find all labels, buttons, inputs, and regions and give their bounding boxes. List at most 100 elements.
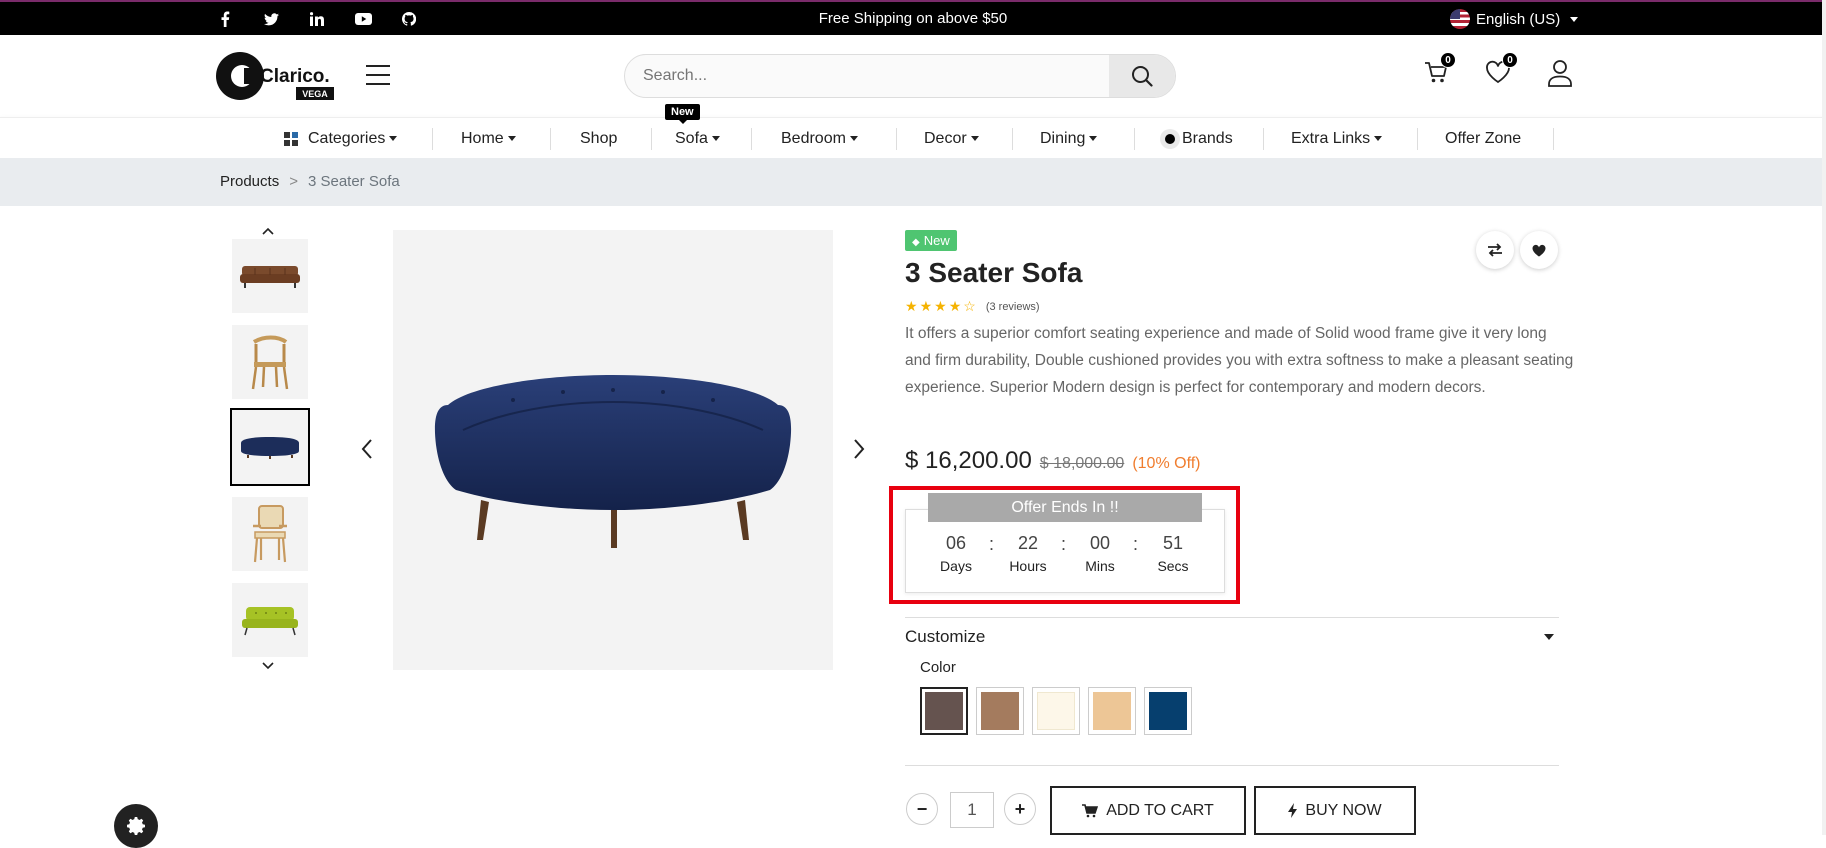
breadcrumb: Products >3 Seater Sofa xyxy=(220,173,400,190)
site-header: Clarico. VEGA 0 0 xyxy=(0,35,1826,117)
svg-text:VEGA: VEGA xyxy=(302,89,328,99)
nav-item-categories[interactable]: Categories xyxy=(284,118,398,159)
nav-label: Decor xyxy=(924,129,967,147)
discount-label: (10% Off) xyxy=(1132,455,1201,472)
thumbnail-wooden-chair[interactable] xyxy=(232,325,308,399)
page-scrollbar[interactable] xyxy=(1822,0,1826,835)
breadcrumb-current: 3 Seater Sofa xyxy=(307,173,400,190)
divider xyxy=(905,765,1559,766)
star-filled-icon: ★ xyxy=(934,298,947,314)
color-swatch-fill xyxy=(981,692,1019,730)
nav-label: Brands xyxy=(1182,129,1233,147)
chevron-down-icon[interactable] xyxy=(1544,634,1554,640)
customize-toggle[interactable]: Customize xyxy=(905,627,985,647)
nav-item-home[interactable]: Home xyxy=(461,118,516,159)
review-count[interactable]: (3 reviews) xyxy=(986,301,1040,313)
original-price: $ 18,000.00 xyxy=(1039,455,1125,472)
tag-icon: ◆ xyxy=(912,237,920,248)
chevron-down-icon xyxy=(711,136,720,141)
star-empty-icon: ☆ xyxy=(963,298,976,314)
search-input[interactable] xyxy=(625,55,1111,97)
color-swatch-fill xyxy=(1037,692,1075,730)
site-logo[interactable]: Clarico. VEGA xyxy=(216,51,336,103)
color-label: Color xyxy=(920,659,956,676)
add-to-cart-button[interactable]: ADD TO CART xyxy=(1050,786,1246,835)
thumbnail-up-arrow-icon[interactable] xyxy=(262,222,274,238)
badge-label: New xyxy=(923,233,950,248)
cart-count-badge: 0 xyxy=(1440,52,1456,68)
us-flag-icon xyxy=(1450,9,1470,29)
color-swatch[interactable] xyxy=(1032,687,1080,735)
quantity-increase-button[interactable]: + xyxy=(1004,793,1036,825)
chevron-down-icon xyxy=(849,136,858,141)
add-to-wishlist-button[interactable] xyxy=(1520,231,1558,269)
nav-label: Sofa xyxy=(675,129,708,147)
thumbnail-green-tufted-sofa[interactable] xyxy=(232,583,308,657)
thumbnail-brown-leather-sofa[interactable] xyxy=(232,239,308,313)
search-bar xyxy=(624,54,1176,98)
product-rating[interactable]: ★ ★ ★ ★ ☆ (3 reviews) xyxy=(905,298,1040,315)
settings-gear-icon[interactable] xyxy=(114,804,158,848)
color-swatch[interactable] xyxy=(1088,687,1136,735)
product-description: It offers a superior comfort seating exp… xyxy=(905,325,1574,396)
chevron-down-icon xyxy=(507,136,516,141)
nav-item-extra-links[interactable]: Extra Links xyxy=(1291,118,1383,159)
nav-item-bedroom[interactable]: Bedroom xyxy=(781,118,858,159)
product-price: $ 16,200.00 $ 18,000.00 (10% Off) xyxy=(905,447,1201,475)
compare-arrows-icon xyxy=(1488,243,1502,257)
nav-label: Bedroom xyxy=(781,129,846,147)
buy-now-button[interactable]: BUY NOW xyxy=(1254,786,1416,835)
menu-toggle-icon[interactable] xyxy=(366,65,390,85)
nav-item-sofa[interactable]: Sofa xyxy=(675,118,720,159)
dot-icon xyxy=(1160,128,1180,149)
chevron-down-icon xyxy=(1089,136,1098,141)
chevron-down-icon xyxy=(1570,16,1579,22)
quantity-input[interactable] xyxy=(950,792,994,828)
quantity-decrease-button[interactable]: − xyxy=(906,793,938,825)
highlight-box xyxy=(889,486,1240,604)
user-icon xyxy=(1548,60,1572,87)
next-image-arrow-icon[interactable] xyxy=(852,436,866,467)
prev-image-arrow-icon[interactable] xyxy=(360,436,374,467)
heart-icon xyxy=(1532,244,1546,256)
chevron-down-icon xyxy=(1374,136,1383,141)
search-button[interactable] xyxy=(1109,55,1175,97)
nav-item-dining[interactable]: Dining xyxy=(1040,118,1098,159)
main-navigation: New Categories Home Shop Sofa Bedroom De… xyxy=(0,104,1826,159)
nav-item-brands[interactable]: Brands xyxy=(1160,118,1233,159)
breadcrumb-link-products[interactable]: Products xyxy=(220,173,279,190)
grid-icon xyxy=(284,131,298,146)
buy-now-label: BUY NOW xyxy=(1305,801,1382,819)
color-swatch-fill xyxy=(1093,692,1131,730)
divider xyxy=(905,617,1559,618)
chevron-down-icon xyxy=(970,136,979,141)
cart-icon xyxy=(1082,803,1099,817)
nav-item-shop[interactable]: Shop xyxy=(580,118,617,159)
search-icon xyxy=(1132,66,1153,87)
bolt-icon xyxy=(1288,803,1298,818)
thumbnail-down-arrow-icon[interactable] xyxy=(262,657,274,673)
nav-label: Home xyxy=(461,129,504,147)
color-swatch[interactable] xyxy=(920,687,968,735)
breadcrumb-bar: Products >3 Seater Sofa xyxy=(0,158,1826,206)
product-title: 3 Seater Sofa xyxy=(905,257,1083,288)
nav-item-offer-zone[interactable]: Offer Zone xyxy=(1445,118,1521,159)
nav-label: Extra Links xyxy=(1291,129,1371,147)
color-swatch[interactable] xyxy=(1144,687,1192,735)
chevron-down-icon xyxy=(389,136,398,141)
star-filled-icon: ★ xyxy=(905,298,918,314)
account-button[interactable] xyxy=(1546,58,1576,88)
breadcrumb-separator: > xyxy=(289,173,298,190)
cart-button[interactable]: 0 xyxy=(1422,52,1456,88)
nav-label: Dining xyxy=(1040,129,1086,147)
nav-item-decor[interactable]: Decor xyxy=(924,118,979,159)
wishlist-button[interactable]: 0 xyxy=(1484,52,1518,88)
compare-button[interactable] xyxy=(1476,231,1514,269)
language-selector[interactable]: English (US) xyxy=(1450,9,1579,29)
thumbnail-blue-curved-sofa[interactable] xyxy=(230,408,310,486)
nav-label: Offer Zone xyxy=(1445,129,1522,147)
thumbnail-cane-chair[interactable] xyxy=(232,497,308,571)
star-filled-icon: ★ xyxy=(919,298,933,314)
nav-label: Shop xyxy=(580,129,618,147)
color-swatch[interactable] xyxy=(976,687,1024,735)
